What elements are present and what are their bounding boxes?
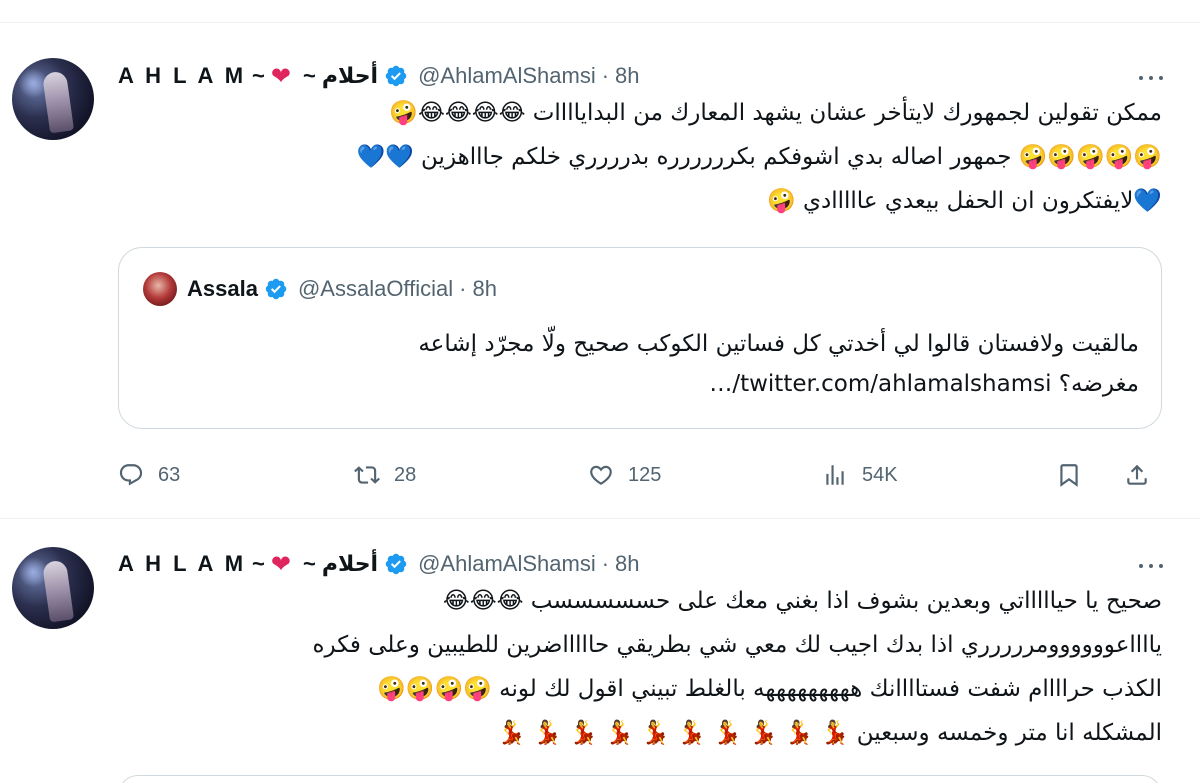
zany-emoji: 🤪🤪🤪🤪 [377, 676, 492, 702]
verified-badge-icon [265, 278, 287, 300]
separator-dot: · [601, 551, 610, 576]
zany-emoji: 🤪 [389, 100, 418, 126]
tweet-text: ممكن تقولين لجمهورك لايتأخر عشان يشهد ال… [118, 91, 1162, 223]
more-icon[interactable] [1136, 551, 1166, 581]
avatar[interactable] [12, 58, 94, 140]
heart-icon: ❤ [270, 550, 291, 578]
laughing-emoji: 😂😂😂 [442, 588, 524, 614]
dancer-emoji: 💃 💃 💃 💃 💃 💃 💃 💃 💃 💃 [497, 720, 850, 746]
views-count: 54K [862, 463, 898, 486]
tweet-time[interactable]: 8h [615, 551, 639, 577]
quoted-tweet[interactable] [118, 775, 1162, 783]
quoted-tweet-text: مالقيت ولافستان قالوا لي أخدتي كل فساتين… [139, 324, 1139, 404]
reply-count: 63 [158, 463, 181, 486]
author-name-latin[interactable]: A H L A M [118, 63, 246, 89]
like-icon [590, 465, 612, 485]
views-icon [826, 465, 844, 485]
tweet-text-line: الكذب حراااام شفت فستاااانك هههههههههه ب… [499, 676, 1162, 702]
share-icon [1127, 464, 1147, 485]
author-handle[interactable]: @AhlamAlShamsi [418, 63, 596, 89]
retweet-button[interactable]: 28 [354, 458, 416, 492]
quoted-author-name[interactable]: Assala [187, 276, 258, 302]
separator-dot: · [459, 276, 467, 301]
tweet[interactable]: A H L A M ~ ❤ ~ أحلام @AhlamAlShamsi · 8… [0, 519, 1200, 783]
author-name-arabic[interactable]: أحلام [322, 63, 378, 89]
zany-emoji: 🤪 [767, 188, 796, 214]
reply-button[interactable]: 63 [118, 458, 180, 492]
laughing-emoji: 😂😂😂😂 [417, 100, 526, 126]
verified-badge-icon [385, 553, 407, 575]
author-name-arabic[interactable]: أحلام [322, 551, 378, 577]
tweet-text-line: المشكله انا متر وخمسه وسبعين [856, 720, 1162, 746]
name-separator: ~ [303, 551, 316, 576]
tweet-text: صحيح يا حياااااتي وبعدين بشوف اذا بغني م… [118, 579, 1162, 755]
author-handle[interactable]: @AhlamAlShamsi [418, 551, 596, 577]
quoted-text-line: مغرضه؟ twitter.com/ahlamalshamsi/… [709, 371, 1139, 397]
tweet-header: A H L A M ~ ❤ ~ أحلام @AhlamAlShamsi · 8… [118, 547, 640, 581]
share-button[interactable] [1124, 458, 1150, 492]
name-separator: ~ [252, 551, 265, 576]
tweet[interactable]: A H L A M ~ ❤ ~ أحلام @AhlamAlShamsi · 8… [0, 23, 1200, 518]
retweet-icon [354, 466, 380, 484]
verified-badge-icon [385, 65, 407, 87]
quoted-text-line: مالقيت ولافستان قالوا لي أخدتي كل فساتين… [418, 331, 1139, 357]
blue-heart-emoji: 💙💙 [356, 144, 414, 170]
tweet-header: A H L A M ~ ❤ ~ أحلام @AhlamAlShamsi · 8… [118, 59, 640, 93]
reply-icon [119, 464, 143, 486]
bookmark-icon [1060, 464, 1078, 487]
like-button[interactable]: 125 [588, 458, 661, 492]
tweet-actions: 63 28 125 54K [118, 458, 1162, 492]
name-separator: ~ [303, 63, 316, 88]
tweet-text-line: ممكن تقولين لجمهورك لايتأخر عشان يشهد ال… [532, 100, 1162, 126]
more-icon[interactable] [1136, 63, 1166, 93]
like-count: 125 [628, 463, 662, 486]
retweet-count: 28 [394, 463, 417, 486]
tweet-text-line: يااااعوووووومررررري اذا بدك اجيب لك معي … [312, 632, 1162, 658]
heart-icon: ❤ [270, 62, 291, 90]
views-button[interactable]: 54K [822, 458, 898, 492]
name-separator: ~ [252, 63, 265, 88]
quoted-avatar[interactable] [143, 272, 177, 306]
zany-emoji: 🤪🤪🤪🤪🤪 [1018, 144, 1162, 170]
separator-dot: · [601, 63, 610, 88]
quoted-tweet-header: Assala @AssalaOfficial · 8h [143, 272, 497, 306]
author-name-latin[interactable]: A H L A M [118, 551, 246, 577]
tweet-text-line: لايفتكرون ان الحفل بيعدي عااااادي [803, 188, 1134, 214]
tweet-time[interactable]: 8h [615, 63, 639, 89]
tweet-text-line: صحيح يا حياااااتي وبعدين بشوف اذا بغني م… [530, 588, 1162, 614]
quoted-author-handle[interactable]: @AssalaOfficial [298, 276, 453, 302]
blue-heart-emoji: 💙 [1133, 188, 1162, 214]
tweet-text-line: جمهور اصاله بدي اشوفكم بكرررررره بدرررري… [421, 144, 1012, 170]
bookmark-button[interactable] [1056, 458, 1082, 492]
quoted-tweet[interactable]: Assala @AssalaOfficial · 8h مالقيت ولافس… [118, 247, 1162, 429]
quoted-tweet-time[interactable]: 8h [472, 276, 496, 302]
avatar[interactable] [12, 547, 94, 629]
